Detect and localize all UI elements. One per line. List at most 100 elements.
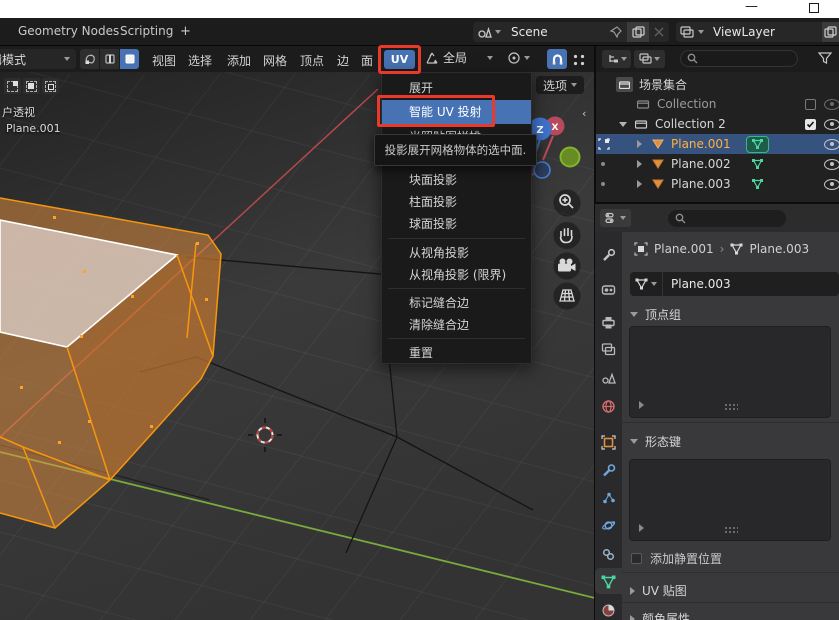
menu-item-mark-seam[interactable]: 标记缝合边 [382, 292, 531, 314]
hide-eye-icon[interactable] [824, 139, 839, 150]
object-row-plane001[interactable]: Plane.001 [595, 134, 839, 154]
edge-select-button[interactable] [100, 49, 119, 69]
mesh-name-field[interactable]: Plane.003 [630, 272, 839, 296]
options-dropdown-button[interactable]: 选项 [536, 76, 584, 94]
zoom-button[interactable] [554, 190, 581, 217]
vertex-groups-list[interactable] [629, 326, 831, 418]
pivot-point-dropdown[interactable] [507, 51, 530, 65]
collection-exclude-checkbox[interactable] [805, 119, 816, 130]
vertex-groups-panel-header[interactable]: 顶点组 [630, 306, 681, 323]
outliner-display-mode-dropdown[interactable] [602, 50, 631, 68]
menu-item-project-from-view-bounds[interactable]: 从视角投影 (限界) [382, 264, 531, 286]
minimize-button[interactable]: — [745, 0, 758, 14]
tab-constraints[interactable] [598, 544, 619, 564]
tab-material[interactable] [598, 600, 619, 620]
breadcrumb-data[interactable]: Plane.003 [749, 242, 809, 256]
new-scene-button[interactable] [627, 22, 649, 42]
shape-keys-panel-header[interactable]: 形态键 [630, 433, 681, 450]
add-workspace-tab-button[interactable]: + [180, 24, 191, 39]
collection-row[interactable]: Collection [595, 94, 839, 114]
expand-caret-icon[interactable] [619, 122, 627, 127]
hide-eye-icon[interactable] [824, 159, 839, 170]
shape-keys-list[interactable] [629, 459, 831, 541]
tab-scripting[interactable]: Scripting [120, 24, 173, 38]
transform-orientation-dropdown[interactable]: 全局 [425, 49, 493, 66]
mesh-data-icon[interactable] [752, 179, 763, 189]
hide-eye-icon[interactable] [824, 99, 839, 110]
collection-2-row[interactable]: Collection 2 [595, 114, 839, 134]
pin-icon[interactable] [609, 25, 623, 39]
mesh-name-value[interactable]: Plane.003 [671, 277, 731, 291]
properties-editor-type-dropdown[interactable] [600, 209, 631, 227]
proportional-edit-button[interactable] [572, 53, 585, 66]
breadcrumb-object[interactable]: Plane.001 [654, 242, 714, 256]
list-expand-caret-icon[interactable] [639, 401, 644, 409]
list-resize-grip[interactable] [724, 403, 738, 410]
mesh-data-icon[interactable] [752, 159, 763, 169]
view-layer-menu-button[interactable] [676, 25, 708, 39]
mesh-data-icon[interactable] [746, 136, 769, 153]
menu-vertex[interactable]: 顶点 [300, 52, 324, 69]
select-extend-button[interactable] [23, 78, 40, 94]
object-row-plane003[interactable]: Plane.003 [595, 174, 839, 194]
expand-caret-icon[interactable] [637, 140, 642, 148]
tab-view-layer[interactable] [598, 339, 619, 359]
hide-eye-icon[interactable] [824, 179, 839, 190]
menu-item-sphere-projection[interactable]: 球面投影 [382, 213, 531, 235]
menu-view[interactable]: 视图 [152, 52, 176, 69]
tab-render[interactable] [598, 279, 619, 299]
select-set-button[interactable] [4, 78, 21, 94]
collection-exclude-checkbox[interactable] [805, 99, 816, 110]
object-row-plane002[interactable]: Plane.002 [595, 154, 839, 174]
select-subtract-button[interactable] [42, 78, 59, 94]
new-view-layer-button[interactable] [822, 22, 839, 42]
tab-object-data[interactable] [598, 572, 619, 592]
hide-eye-icon[interactable] [824, 119, 839, 130]
vertex-select-button[interactable] [80, 49, 99, 69]
mode-dropdown[interactable]: 辑模式 [0, 49, 76, 69]
menu-item-cube-projection[interactable]: 块面投影 [382, 169, 531, 191]
face-select-button[interactable] [120, 49, 139, 69]
uv-maps-panel-header[interactable]: UV 贴图 [630, 582, 687, 599]
snap-toggle-button[interactable] [547, 49, 567, 69]
menu-edge[interactable]: 边 [337, 52, 349, 69]
menu-item-reset[interactable]: 重置 [382, 342, 531, 364]
menu-mesh[interactable]: 网格 [263, 52, 287, 69]
tab-tool[interactable] [598, 245, 619, 265]
pan-button[interactable] [554, 222, 581, 249]
tab-output[interactable] [598, 312, 619, 332]
maximize-button[interactable] [809, 3, 819, 13]
menu-item-clear-seam[interactable]: 清除缝合边 [382, 314, 531, 336]
properties-search-input[interactable] [668, 210, 786, 227]
tab-scene[interactable] [598, 367, 619, 387]
outliner-search-input[interactable] [680, 50, 798, 67]
scene-collection-row[interactable]: 场景集合 [595, 74, 839, 94]
toggle-perspective-button[interactable] [554, 283, 581, 310]
menu-face[interactable]: 面 [361, 52, 373, 69]
rest-position-checkbox[interactable] [631, 553, 642, 564]
list-expand-caret-icon[interactable] [639, 524, 644, 532]
tab-world[interactable] [598, 396, 619, 416]
color-attributes-panel-header[interactable]: 颜色属性 [630, 610, 690, 620]
tab-geometry-nodes[interactable]: Geometry Nodes [18, 24, 119, 38]
tab-modifiers[interactable] [598, 460, 619, 480]
menu-select[interactable]: 选择 [188, 52, 212, 69]
gizmo-y-axis[interactable] [561, 148, 580, 167]
tab-object[interactable] [598, 432, 619, 452]
tab-particles[interactable] [598, 487, 619, 507]
close-icon[interactable] [653, 26, 665, 38]
expand-caret-icon[interactable] [637, 160, 642, 168]
list-resize-grip[interactable] [724, 526, 738, 533]
sidebar-collapse-arrow[interactable]: ‹ [582, 107, 586, 120]
expand-caret-icon[interactable] [637, 180, 642, 188]
menu-item-project-from-view[interactable]: 从视角投影 [382, 242, 531, 264]
mesh-data-browse-button[interactable] [630, 272, 663, 296]
scene-menu-button[interactable] [473, 25, 505, 39]
outliner-filter-dropdown[interactable] [634, 50, 665, 68]
view-layer-name[interactable]: ViewLayer [713, 25, 822, 39]
menu-item-cylinder-projection[interactable]: 柱面投影 [382, 191, 531, 213]
filter-icon[interactable] [818, 52, 832, 65]
scene-name[interactable]: Scene [511, 25, 609, 39]
menu-add[interactable]: 添加 [227, 52, 251, 69]
tab-physics[interactable] [598, 515, 619, 535]
